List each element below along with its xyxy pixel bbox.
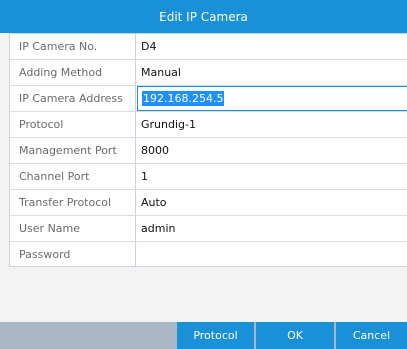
- protocol-button[interactable]: Protocol: [177, 322, 254, 349]
- transfer-protocol-row: Transfer Protocol Auto: [10, 190, 407, 216]
- ip-camera-no-field[interactable]: D4: [137, 34, 407, 59]
- transfer-protocol-label: Transfer Protocol: [10, 190, 136, 215]
- dialog-title: Edit IP Camera: [0, 0, 407, 33]
- ip-camera-address-field[interactable]: 192.168.254.5: [137, 86, 407, 111]
- user-name-label: User Name: [10, 216, 136, 241]
- adding-method-row: Adding Method Manual: [10, 60, 407, 86]
- ip-camera-address-label: IP Camera Address: [10, 86, 136, 111]
- protocol-field[interactable]: Grundig-1: [137, 112, 407, 137]
- management-port-field[interactable]: 8000: [137, 138, 407, 163]
- channel-port-label: Channel Port: [10, 164, 136, 189]
- management-port-row: Management Port 8000: [10, 138, 407, 164]
- password-field[interactable]: [137, 242, 407, 267]
- password-label: Password: [10, 242, 136, 267]
- cancel-button[interactable]: Cancel: [336, 322, 407, 349]
- user-name-field[interactable]: admin: [137, 216, 407, 241]
- adding-method-field[interactable]: Manual: [137, 60, 407, 85]
- ok-button[interactable]: OK: [256, 322, 334, 349]
- ip-camera-no-row: IP Camera No. D4: [10, 34, 407, 60]
- protocol-label: Protocol: [10, 112, 136, 137]
- channel-port-row: Channel Port 1: [10, 164, 407, 190]
- user-name-row: User Name admin: [10, 216, 407, 242]
- camera-settings-form: IP Camera No. D4 Adding Method Manual IP…: [9, 33, 407, 267]
- management-port-label: Management Port: [10, 138, 136, 163]
- password-row: Password: [10, 242, 407, 267]
- transfer-protocol-field[interactable]: Auto: [137, 190, 407, 215]
- ip-camera-address-text: 192.168.254.5: [142, 91, 225, 106]
- ip-camera-address-row: IP Camera Address 192.168.254.5: [10, 86, 407, 112]
- adding-method-label: Adding Method: [10, 60, 136, 85]
- protocol-row: Protocol Grundig-1: [10, 112, 407, 138]
- channel-port-field[interactable]: 1: [137, 164, 407, 189]
- ip-camera-no-label: IP Camera No.: [10, 34, 136, 59]
- edit-ip-camera-dialog: Edit IP Camera IP Camera No. D4 Adding M…: [0, 0, 407, 349]
